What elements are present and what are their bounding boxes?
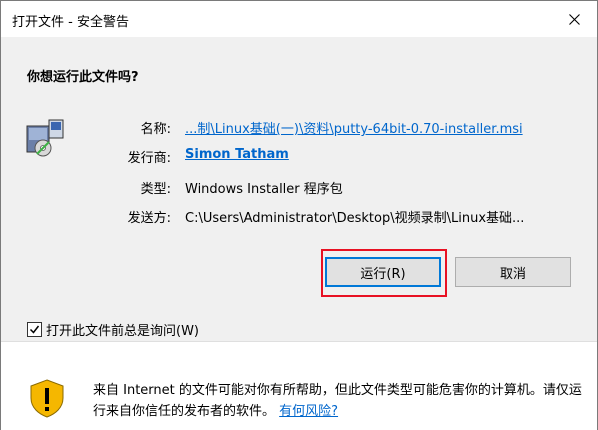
window-title: 打开文件 - 安全警告 — [12, 15, 129, 30]
close-button[interactable] — [551, 1, 597, 37]
file-name-link[interactable]: ...制\Linux基础(一)\资料\putty-64bit-0.70-inst… — [185, 118, 585, 137]
always-ask-checkbox[interactable] — [27, 322, 42, 337]
run-button[interactable]: 运行(R) — [325, 257, 441, 287]
title-bar: 打开文件 - 安全警告 — [1, 1, 597, 37]
warning-text: 来自 Internet 的文件可能对你有所帮助，但此文件类型可能危害你的计算机。… — [93, 380, 583, 422]
msi-installer-icon — [26, 119, 64, 157]
name-label: 名称: — [140, 122, 171, 137]
security-warning-dialog: 打开文件 - 安全警告 你想运行此文件吗? 名称: ...制\Linux基础(一… — [0, 0, 598, 430]
always-ask-option[interactable]: 打开此文件前总是询问(W) — [27, 320, 199, 339]
warning-footer: 来自 Internet 的文件可能对你有所帮助，但此文件类型可能危害你的计算机。… — [1, 341, 597, 430]
close-icon — [568, 13, 580, 25]
warning-shield-icon — [30, 379, 64, 418]
from-label: 发送方: — [127, 211, 171, 226]
type-value: Windows Installer 程序包 — [185, 182, 343, 197]
publisher-link[interactable]: Simon Tatham — [185, 147, 289, 162]
from-value: C:\Users\Administrator\Desktop\视频录制\Linu… — [185, 211, 525, 226]
publisher-label: 发行商: — [127, 151, 171, 166]
run-question: 你想运行此文件吗? — [27, 70, 139, 85]
risk-link[interactable]: 有何风险? — [279, 404, 338, 419]
always-ask-label: 打开此文件前总是询问(W) — [46, 324, 199, 339]
type-label: 类型: — [140, 182, 171, 197]
dialog-body: 你想运行此文件吗? 名称: ...制\Linux基础(一)\资料\putty-6… — [1, 37, 597, 341]
cancel-button[interactable]: 取消 — [455, 257, 571, 287]
checkmark-icon — [29, 325, 40, 334]
